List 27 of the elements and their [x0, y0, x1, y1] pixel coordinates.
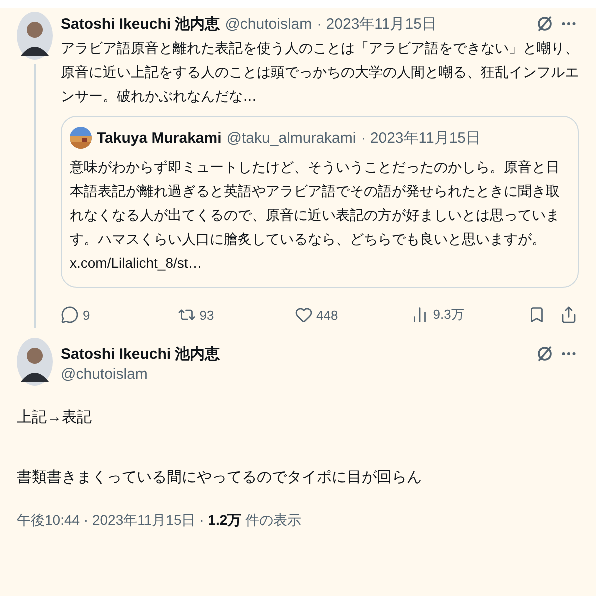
action-count: 93 [200, 308, 214, 322]
bookmark-icon[interactable] [528, 306, 546, 324]
author-handle: @taku_almurakami [226, 130, 356, 146]
action-count: 448 [316, 308, 338, 322]
post-text: アラビア語原音と離れた表記を使う人のことは「アラビア語をできない」と嘲り、原音に近い上記をする人のことは頭でっかちの大学の人間と嘲る、狂乱インフルエンサー。破れかぶれなんだな… [61, 39, 580, 106]
author-name: Takuya Murakami [97, 130, 222, 146]
slashed-circle-icon[interactable] [535, 14, 555, 34]
author-handle[interactable]: @chutoislam [225, 16, 312, 32]
action-count: 9.3万 [433, 306, 464, 324]
quoted-text: 意味がわからず即ミュートしたけど、そういうことだったのかしら。原音と日本語表記が離れ過ぎると英語やアラビア語でその語が発せられたときに聞き取れなくなる人が出てくるので、原音に近い表記の方が好ましいとは思っています。ハマスくらい人口に膾炙しているなら、どちらでも良いと思いますが。 [70, 158, 561, 249]
post-text: 書類書きまくっている間にやってるのでタイポに目が回らん [17, 468, 423, 488]
quoted-post[interactable] [61, 116, 579, 288]
post-date[interactable]: · 2023年11月15日 [317, 14, 437, 34]
author-name[interactable]: Satoshi Ikeuchi 池内恵 [61, 344, 220, 364]
reply-icon[interactable] [61, 306, 79, 324]
action-count: 9 [83, 308, 90, 322]
link[interactable]: x.com/Lilalicht_8/st… [70, 251, 570, 275]
heart-icon[interactable] [294, 306, 312, 324]
author-handle[interactable]: @chutoislam [61, 366, 148, 383]
author-name[interactable]: Satoshi Ikeuchi 池内恵 [61, 14, 220, 34]
avatar [17, 338, 53, 386]
post-date: · 2023年11月15日 [361, 128, 482, 148]
slashed-circle-icon[interactable] [535, 344, 555, 364]
post-meta: 午後10:44 · 2023年11月15日 · 1.2万 件の表示 [17, 512, 303, 530]
share-icon[interactable] [560, 306, 578, 324]
post-text: 上記→表記 [17, 408, 93, 428]
avatar [17, 12, 53, 60]
